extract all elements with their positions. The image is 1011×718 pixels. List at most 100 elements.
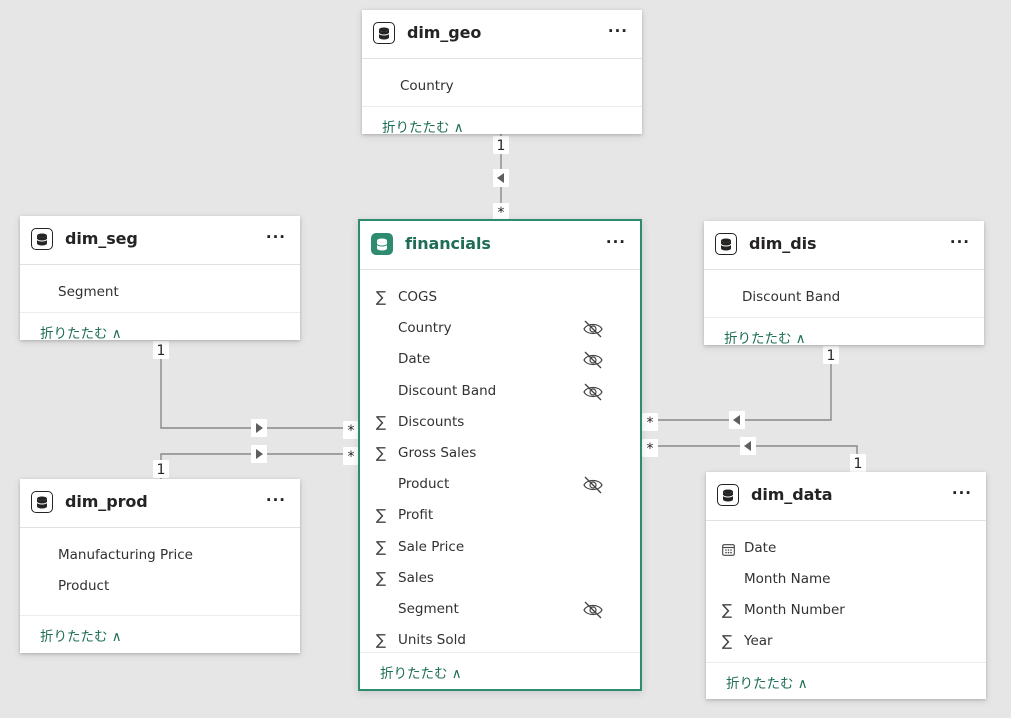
more-options-icon[interactable]: ··· [950, 235, 970, 250]
hidden-field-icon [582, 382, 604, 402]
field-row[interactable]: ∑ Profit [360, 505, 640, 527]
field-row[interactable]: Date [706, 538, 986, 560]
field-row[interactable]: ∑ Year [706, 631, 986, 653]
field-row[interactable]: Discount Band [704, 287, 984, 309]
field-row[interactable]: ∑ Units Sold [360, 630, 640, 652]
collapse-button[interactable]: 折りたたむ ∧ [382, 116, 464, 136]
table-header[interactable]: dim_data ··· [706, 472, 986, 521]
field-row[interactable]: Manufacturing Price [20, 545, 300, 567]
table-title: dim_data [751, 485, 833, 504]
collapse-button[interactable]: 折りたたむ ∧ [40, 322, 122, 342]
field-label: Gross Sales [398, 445, 477, 461]
field-row[interactable]: Product [360, 474, 640, 496]
field-row[interactable]: Country [360, 318, 640, 340]
sigma-icon: ∑ [376, 537, 387, 556]
field-row[interactable]: ∑ Gross Sales [360, 443, 640, 465]
field-row[interactable]: ∑ Discounts [360, 412, 640, 434]
field-label: Discount Band [742, 289, 841, 305]
field-label: Discount Band [398, 382, 497, 399]
sigma-icon: ∑ [722, 632, 733, 650]
table-header[interactable]: dim_geo ··· [362, 10, 642, 59]
model-canvas[interactable]: 1 * 1 * 1 * 1 * 1 * dim_geo ··· Country 折りたたむ ∧ dim_s… [0, 0, 1011, 718]
collapse-button[interactable]: 折りたたむ ∧ [726, 672, 808, 692]
table-icon [371, 233, 393, 255]
relationship-line-dis[interactable] [642, 346, 832, 421]
field-row[interactable]: Segment [360, 599, 640, 621]
field-row[interactable]: Product [20, 576, 300, 598]
hidden-field-icon [582, 475, 604, 495]
table-card-dim-prod[interactable]: dim_prod ··· Manufacturing Price Product 折りた… [20, 479, 300, 653]
table-card-dim-geo[interactable]: dim_geo ··· Country 折りたたむ ∧ [362, 10, 642, 136]
table-header[interactable]: dim_seg ··· [20, 216, 300, 265]
cardinality-one-badge: 1 [153, 341, 169, 359]
field-label: Profit [398, 507, 434, 524]
cardinality-many-badge: * [642, 439, 658, 457]
field-row[interactable]: Segment [20, 282, 300, 304]
collapse-button[interactable]: 折りたたむ ∧ [40, 625, 122, 645]
hidden-field-icon [582, 319, 604, 339]
field-label: Month Name [744, 571, 831, 587]
field-row[interactable]: Date [360, 349, 640, 371]
cardinality-one-badge: 1 [823, 346, 839, 364]
table-icon [373, 22, 395, 44]
hidden-field-icon [582, 600, 604, 620]
collapse-button[interactable]: 折りたたむ ∧ [724, 327, 806, 347]
table-title: financials [405, 234, 491, 253]
divider [362, 106, 642, 107]
field-label: Discounts [398, 413, 465, 430]
calendar-icon [722, 542, 735, 560]
table-card-dim-seg[interactable]: dim_seg ··· Segment 折りたたむ ∧ [20, 216, 300, 342]
field-label: Country [398, 320, 452, 337]
sigma-icon: ∑ [376, 568, 387, 587]
divider [704, 317, 984, 318]
table-title: dim_dis [749, 234, 817, 253]
more-options-icon[interactable]: ··· [608, 24, 628, 39]
cardinality-one: 1 [157, 462, 166, 478]
more-options-icon[interactable]: ··· [606, 235, 626, 250]
field-row[interactable]: ∑ Month Number [706, 600, 986, 622]
field-label: Product [58, 578, 110, 594]
sigma-icon: ∑ [376, 288, 387, 306]
field-row[interactable]: ∑ Sales [360, 568, 640, 590]
field-row[interactable]: ∑ Sale Price [360, 537, 640, 559]
relationship-line-seg[interactable] [160, 341, 358, 429]
field-label: Units Sold [398, 632, 466, 649]
cardinality-many-badge: * [343, 447, 359, 465]
table-title: dim_prod [65, 492, 148, 511]
cardinality-one-badge: 1 [850, 454, 866, 472]
sigma-icon: ∑ [722, 601, 733, 619]
more-options-icon[interactable]: ··· [266, 230, 286, 245]
sigma-icon: ∑ [376, 631, 387, 650]
sigma-icon: ∑ [376, 444, 387, 462]
cardinality-one: 1 [157, 343, 166, 359]
field-row[interactable]: Country [362, 76, 642, 98]
field-row[interactable]: Month Name [706, 569, 986, 591]
field-label: Month Number [744, 602, 845, 618]
filter-direction-arrow [493, 169, 509, 187]
field-row[interactable]: ∑ COGS [360, 287, 640, 309]
cardinality-many: * [348, 423, 355, 439]
field-label: Manufacturing Price [58, 547, 193, 563]
table-card-dim-dis[interactable]: dim_dis ··· Discount Band 折りたたむ ∧ [704, 221, 984, 347]
table-header[interactable]: financials ··· [360, 221, 640, 270]
sigma-icon: ∑ [376, 412, 387, 431]
divider [20, 312, 300, 313]
collapse-button[interactable]: 折りたたむ ∧ [380, 662, 462, 682]
more-options-icon[interactable]: ··· [266, 493, 286, 508]
field-label: COGS [398, 289, 438, 305]
table-header[interactable]: dim_prod ··· [20, 479, 300, 528]
divider [706, 662, 986, 663]
table-card-dim-data[interactable]: dim_data ··· Date Month Name ∑ Month Number ∑ Y… [706, 472, 986, 699]
field-row[interactable]: Discount Band [360, 381, 640, 403]
table-icon [31, 491, 53, 513]
field-label: Date [398, 351, 431, 368]
cardinality-one: 1 [497, 138, 506, 154]
hidden-field-icon [582, 350, 604, 370]
table-card-financials[interactable]: financials ··· ∑ COGS Country Date Discount Ba… [358, 219, 642, 691]
table-header[interactable]: dim_dis ··· [704, 221, 984, 270]
more-options-icon[interactable]: ··· [952, 486, 972, 501]
cardinality-one-badge: 1 [493, 136, 509, 154]
table-title: dim_geo [407, 23, 482, 42]
table-icon [715, 233, 737, 255]
filter-direction-arrow [729, 411, 745, 429]
